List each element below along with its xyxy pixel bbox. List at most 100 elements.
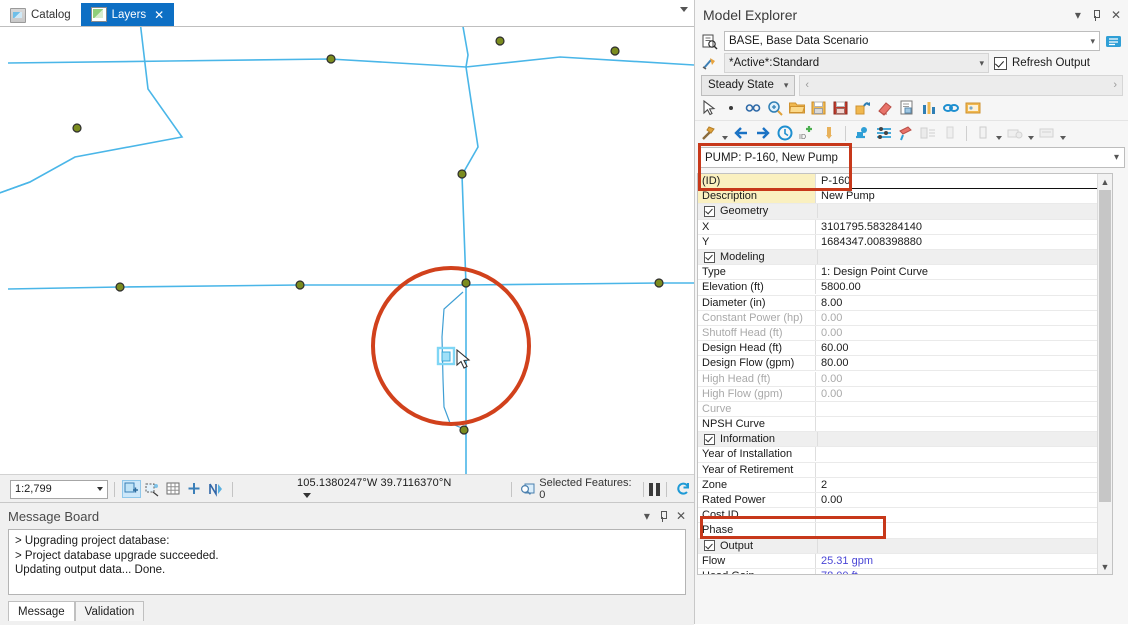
save-all-icon[interactable]	[832, 99, 850, 117]
scrollbar-thumb[interactable]	[1099, 190, 1111, 502]
chevron-down-icon[interactable]: ▾	[784, 80, 789, 91]
chevron-down-icon[interactable]: ▾	[1090, 36, 1095, 47]
property-row[interactable]: Design Head (ft) 60.00	[698, 341, 1112, 357]
close-icon[interactable]: ✕	[676, 509, 686, 523]
property-value[interactable]: P-160	[816, 174, 1112, 190]
property-row[interactable]: Geometry	[698, 204, 1112, 220]
property-row[interactable]: (ID) P-160	[698, 174, 1112, 190]
property-row[interactable]: Year of Installation	[698, 447, 1112, 463]
pause-icon[interactable]	[649, 482, 661, 496]
controls-icon[interactable]	[875, 124, 893, 142]
down-marker-icon[interactable]	[820, 124, 838, 142]
property-row[interactable]: Y 1684347.008398880	[698, 234, 1112, 250]
alternative-combo[interactable]: *Active*:Standard ▾	[724, 53, 989, 73]
flex-table-icon[interactable]	[919, 124, 937, 142]
chevron-down-icon[interactable]	[1060, 136, 1066, 140]
property-row[interactable]: Modeling	[698, 249, 1112, 266]
refresh-output-checkbox[interactable]	[994, 56, 1007, 70]
chevron-down-icon[interactable]: ▾	[644, 509, 650, 523]
property-row[interactable]: Flow 25.31 gpm	[698, 553, 1112, 569]
scenario-combo[interactable]: BASE, Base Data Scenario ▾	[724, 31, 1100, 51]
save-icon[interactable]	[810, 99, 828, 117]
property-row[interactable]: Curve	[698, 401, 1112, 417]
property-row[interactable]: Year of Retirement	[698, 462, 1112, 478]
property-value[interactable]: 60.00	[816, 341, 1112, 355]
property-value[interactable]: 0.00	[816, 372, 1112, 386]
property-value[interactable]: 25.31 gpm	[816, 554, 1112, 568]
filter-icon[interactable]	[974, 124, 992, 142]
clear-selection-icon[interactable]	[144, 481, 161, 497]
property-row[interactable]: NPSH Curve	[698, 417, 1112, 433]
scroll-up-icon[interactable]: ▲	[1098, 174, 1112, 189]
select-features-icon[interactable]	[122, 480, 142, 498]
report-icon[interactable]	[898, 99, 916, 117]
property-value[interactable]: 80.00	[816, 356, 1112, 370]
chevron-down-icon[interactable]	[722, 136, 728, 140]
property-value[interactable]: 1: Design Point Curve	[816, 265, 1112, 279]
property-value[interactable]: 3101795.583284140	[816, 220, 1112, 234]
link-icon[interactable]	[744, 99, 762, 117]
property-value[interactable]: 0.00	[816, 326, 1112, 340]
link-chain-icon[interactable]	[942, 99, 960, 117]
property-row[interactable]: Cost ID	[698, 508, 1112, 524]
id-add-icon[interactable]: ID	[798, 124, 816, 142]
property-row[interactable]: High Flow (gpm) 0.00	[698, 386, 1112, 402]
property-value[interactable]: 0.00	[816, 493, 1112, 507]
property-row[interactable]: Description New Pump	[698, 189, 1112, 205]
property-grid-scrollbar[interactable]: ▲ ▼	[1097, 174, 1112, 574]
property-value[interactable]: 8.00	[816, 296, 1112, 310]
property-value[interactable]: 0.00	[816, 311, 1112, 325]
property-row[interactable]: Constant Power (hp) 0.00	[698, 310, 1112, 326]
time-slider[interactable]: ‹ ›	[799, 74, 1123, 96]
property-row[interactable]: Shutoff Head (ft) 0.00	[698, 325, 1112, 342]
eraser-icon[interactable]	[876, 99, 894, 117]
property-value[interactable]: New Pump	[816, 189, 1112, 203]
tab-catalog[interactable]: Catalog	[0, 4, 81, 26]
group-icon[interactable]	[1006, 124, 1024, 142]
back-arrow-icon[interactable]	[732, 124, 750, 142]
export-icon[interactable]	[854, 99, 872, 117]
property-row[interactable]: Rated Power 0.00	[698, 493, 1112, 509]
chevron-down-icon[interactable]: ▾	[979, 58, 984, 69]
property-row[interactable]: Elevation (ft) 5800.00	[698, 280, 1112, 296]
category-expand-checkbox[interactable]	[704, 251, 715, 263]
category-expand-checkbox[interactable]	[704, 433, 715, 445]
pin-icon[interactable]	[659, 510, 667, 522]
property-value[interactable]: 2	[816, 478, 1112, 492]
property-row[interactable]: Zone 2	[698, 477, 1112, 493]
category-expand-checkbox[interactable]	[704, 540, 715, 552]
chevron-down-icon[interactable]	[996, 136, 1002, 140]
open-folder-icon[interactable]	[788, 99, 806, 117]
property-row[interactable]: X 3101795.583284140	[698, 219, 1112, 235]
chevron-down-icon[interactable]	[303, 493, 312, 498]
property-value[interactable]: 1684347.008398880	[816, 235, 1112, 249]
hydrant-icon[interactable]	[853, 124, 871, 142]
chart-icon[interactable]	[920, 99, 938, 117]
grid-icon[interactable]	[165, 481, 182, 497]
map-scale-combo[interactable]: 1:2,799	[10, 479, 109, 499]
close-icon[interactable]: ✕	[1111, 8, 1121, 22]
view-icon[interactable]	[1038, 124, 1056, 142]
history-icon[interactable]	[776, 124, 794, 142]
scenario-manager-icon[interactable]	[1105, 33, 1123, 50]
category-expand-checkbox[interactable]	[704, 205, 715, 217]
chevron-down-icon[interactable]	[680, 7, 688, 12]
tab-validation[interactable]: Validation	[74, 601, 145, 621]
column-icon[interactable]	[941, 124, 959, 142]
property-row[interactable]: Head Gain78.00 ft	[698, 568, 1112, 574]
property-value[interactable]: 0.00	[816, 387, 1112, 401]
property-grid[interactable]: (ID) P-160 Description New Pump Geometry X 310…	[697, 173, 1113, 575]
scroll-down-icon[interactable]: ▼	[1098, 559, 1112, 574]
property-row[interactable]: Type 1: Design Point Curve	[698, 265, 1112, 281]
chevron-right-icon[interactable]: ›	[1113, 79, 1117, 91]
property-row[interactable]: Diameter (in) 8.00	[698, 295, 1112, 311]
time-step-combo[interactable]: Steady State ▾	[701, 74, 796, 96]
pin-icon[interactable]	[1092, 9, 1100, 21]
property-value[interactable]: 5800.00	[816, 280, 1112, 294]
select-arrow-icon[interactable]	[700, 99, 718, 117]
map-canvas[interactable]	[0, 26, 694, 475]
property-row[interactable]: High Head (ft) 0.00	[698, 371, 1112, 387]
scenario-compare-icon[interactable]	[964, 99, 982, 117]
selected-pump-symbol[interactable]	[436, 346, 456, 366]
message-board-content[interactable]: > Upgrading project database: > Project …	[8, 529, 686, 595]
